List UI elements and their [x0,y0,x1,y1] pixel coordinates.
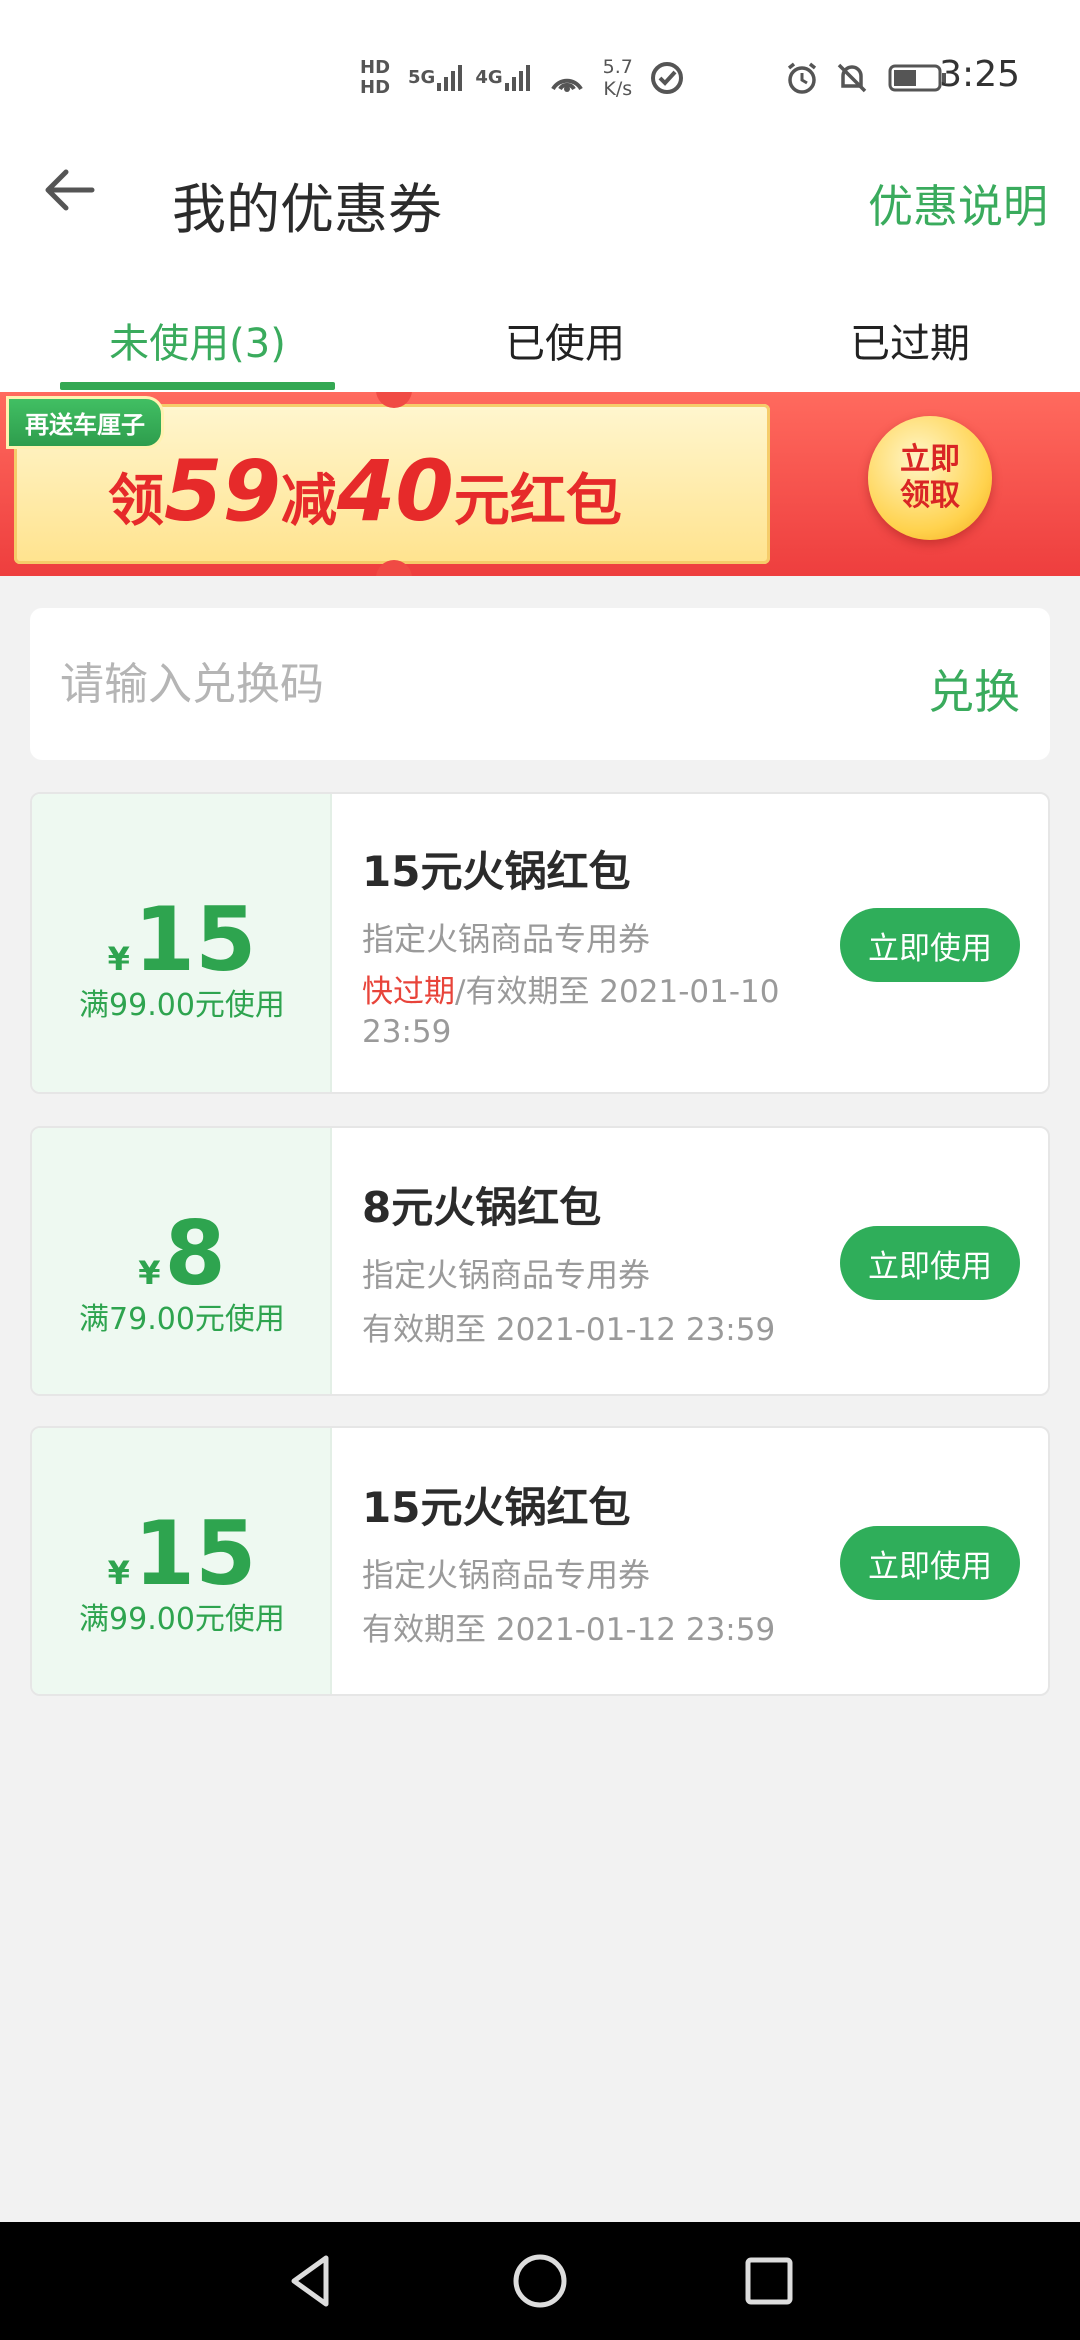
network-5g-label: 5G [408,67,436,88]
banner-amount-2: 40 [336,442,454,540]
coupon-amount-value: 15 [133,888,257,991]
currency-symbol: ¥ [107,1554,130,1592]
signal-1-icon [437,65,463,91]
page-title: 我的优惠券 [172,178,442,241]
coupon-value-panel: ¥15 满99.00元使用 [32,1428,332,1694]
coupon-expiry: 有效期至 2021-01-12 23:59 [362,1312,776,1348]
use-now-button[interactable]: 立即使用 [840,1226,1020,1300]
clock-time: 3:25 [939,54,1020,95]
coupon-condition: 满99.00元使用 [79,988,285,1023]
coupon-amount: ¥15 [32,1502,332,1605]
coupon-card: ¥15 满99.00元使用 15元火锅红包 指定火锅商品专用券 有效期至 202… [30,1426,1050,1696]
coupon-tabs: 未使用(3) 已使用 已过期 [0,290,1080,390]
check-circle-icon [650,62,683,94]
banner-headline: 领59减40元红包 [108,442,622,540]
coupon-description: 指定火锅商品专用券 [362,920,651,958]
hotspot-icon [550,78,583,92]
coupon-condition: 满79.00元使用 [79,1302,285,1337]
coupon-description: 指定火锅商品专用券 [362,1556,651,1594]
banner-text-3: 元红包 [453,469,622,534]
coupon-card: ¥8 满79.00元使用 8元火锅红包 指定火锅商品专用券 有效期至 2021-… [30,1126,1050,1396]
coupon-expiry: 有效期至 2021-01-12 23:59 [362,1612,776,1648]
net-speed-value: 5.7 [602,56,633,78]
network-4g-label: 4G [475,67,503,88]
hd-2-label: HD [360,77,391,98]
coupon-title: 8元火锅红包 [362,1183,602,1232]
sim-indicators: HD HD 5G 4G 5.7 K/s [360,48,685,108]
coupon-amount: ¥8 [32,1202,332,1305]
currency-symbol: ¥ [107,940,130,978]
tab-active-indicator [60,382,335,390]
banner-text-1: 领 [108,469,164,534]
coupon-value-panel: ¥15 满99.00元使用 [32,794,332,1092]
coupon-value-panel: ¥8 满79.00元使用 [32,1128,332,1394]
coupon-expiry: 快过期/有效期至 2021-01-10 23:59 [362,972,792,1052]
banner-cta-line2: 领取 [900,478,960,513]
redeem-button[interactable]: 兑换 [928,656,1020,722]
redeem-code-input[interactable] [60,648,860,720]
coupon-title: 15元火锅红包 [362,1483,631,1532]
redeem-card: 兑换 [30,608,1050,760]
use-now-button[interactable]: 立即使用 [840,1526,1020,1600]
mute-bell-icon [837,63,867,93]
promo-banner[interactable]: 再送车厘子 领59减40元红包 立即 领取 [0,392,1080,576]
status-bar: HD HD 5G 4G 5.7 K/s 3:25 [0,0,1080,150]
hd-1-label: HD [360,57,391,78]
coupon-condition: 满99.00元使用 [79,1602,285,1637]
coupon-card: ¥15 满99.00元使用 15元火锅红包 指定火锅商品专用券 快过期/有效期至… [30,792,1050,1094]
net-speed-unit: K/s [603,78,633,100]
signal-2-icon [504,65,530,91]
system-indicators [784,48,948,108]
expiring-soon-label: 快过期 [362,974,455,1010]
tab-unused[interactable]: 未使用(3) [60,290,335,390]
nav-back-icon[interactable] [276,2246,346,2316]
tab-used[interactable]: 已使用 [440,290,690,390]
currency-symbol: ¥ [138,1254,161,1292]
nav-home-icon[interactable] [505,2246,575,2316]
tab-expired[interactable]: 已过期 [790,290,1030,390]
system-nav-bar [0,2222,1080,2340]
banner-cta-line1: 立即 [900,442,960,477]
coupon-info-link[interactable]: 优惠说明 [868,170,1048,235]
coupon-amount: ¥15 [32,888,332,991]
banner-amount-1: 59 [164,442,281,540]
banner-claim-button[interactable]: 立即 领取 [868,416,992,540]
nav-recents-icon[interactable] [734,2246,804,2316]
coupon-amount-value: 8 [164,1202,226,1305]
coupon-amount-value: 15 [133,1502,257,1605]
use-now-button[interactable]: 立即使用 [840,908,1020,982]
coupon-title: 15元火锅红包 [362,847,631,896]
coupon-description: 指定火锅商品专用券 [362,1256,651,1294]
banner-text-2: 减 [280,469,337,534]
alarm-icon [787,62,817,94]
back-arrow-icon[interactable] [40,160,100,220]
